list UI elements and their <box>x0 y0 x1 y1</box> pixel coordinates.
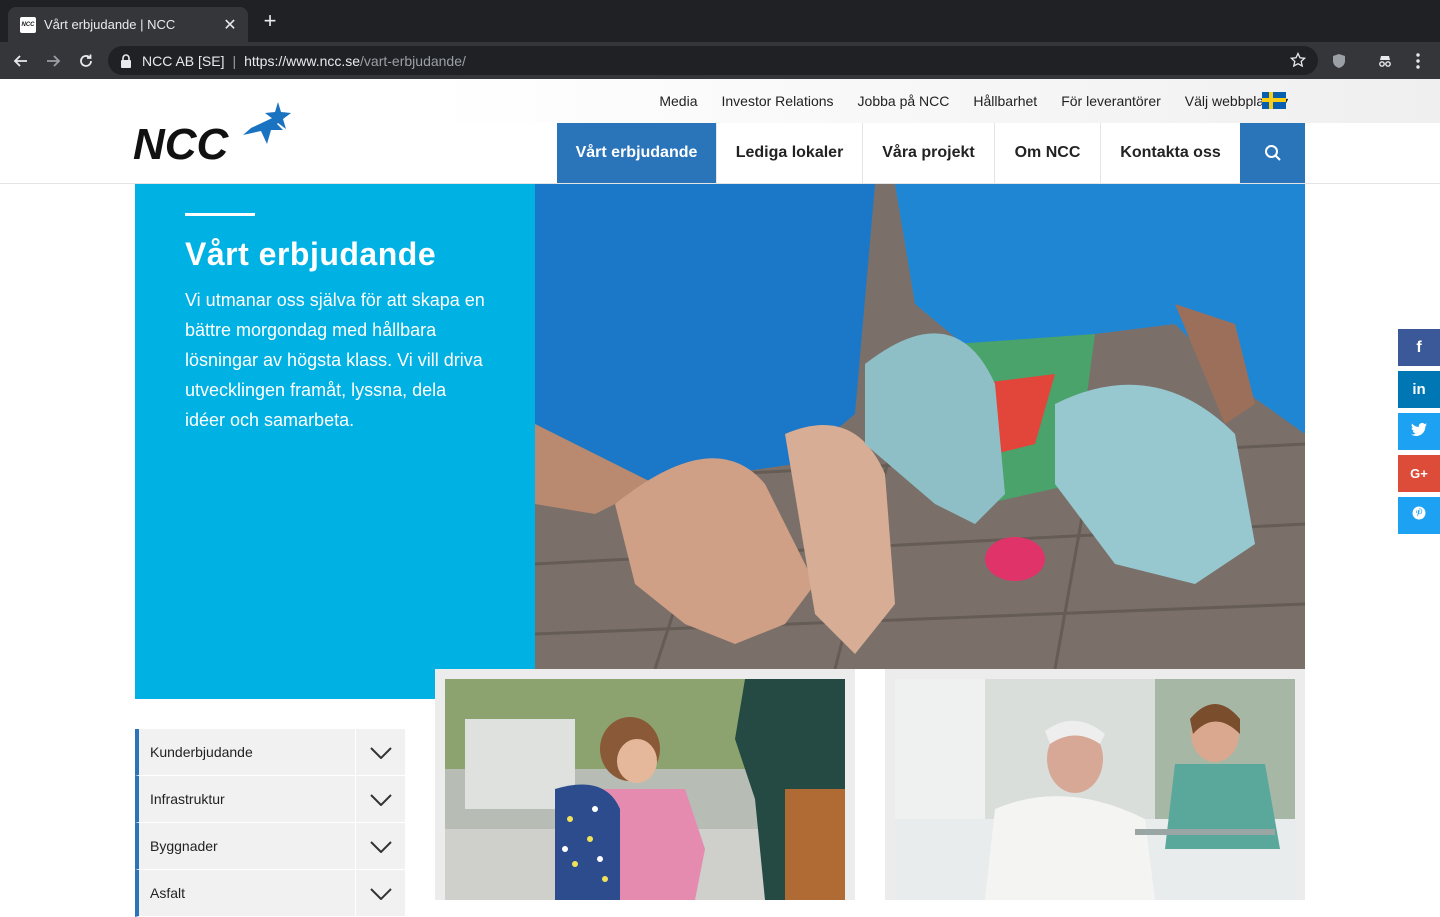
arrow-right-icon <box>47 55 61 67</box>
forward-button[interactable] <box>40 48 66 74</box>
nav-item-lediga-lokaler[interactable]: Lediga lokaler <box>716 123 862 183</box>
url-host: https://www.ncc.se <box>244 52 361 69</box>
tab-title: Vårt erbjudande | NCC <box>44 17 176 32</box>
twitter-icon <box>1411 422 1427 441</box>
card-child-backpack[interactable] <box>435 669 855 900</box>
primary-nav: Vårt erbjudande Lediga lokaler Våra proj… <box>557 123 1240 183</box>
offering-accordion: Kunderbjudande Infrastruktur Byggnader A… <box>135 729 405 917</box>
address-bar[interactable]: NCC AB [SE] | https://www.ncc.se/vart-er… <box>108 46 1318 75</box>
nav-item-vara-projekt[interactable]: Våra projekt <box>862 123 994 183</box>
reload-icon <box>80 54 92 67</box>
pinterest-share-button[interactable] <box>1398 497 1440 534</box>
facebook-share-button[interactable]: f <box>1398 329 1440 366</box>
arrow-left-icon <box>13 55 27 67</box>
chevron-down-icon[interactable] <box>355 729 405 776</box>
accordion-item-byggnader[interactable]: Byggnader <box>135 823 405 870</box>
accordion-label: Asfalt <box>150 885 186 901</box>
chevron-down-icon[interactable] <box>355 870 405 917</box>
svg-text:NCC: NCC <box>133 120 230 164</box>
accordion-label: Infrastruktur <box>150 791 225 807</box>
utility-links: Media Investor Relations Jobba på NCC Hå… <box>635 79 1290 123</box>
address-separator: | <box>232 52 237 69</box>
browser-toolbar: NCC AB [SE] | https://www.ncc.se/vart-er… <box>0 42 1440 79</box>
twitter-share-button[interactable] <box>1398 413 1440 450</box>
search-icon <box>1264 145 1281 161</box>
accordion-label: Byggnader <box>150 838 218 854</box>
chevron-down-icon[interactable] <box>355 823 405 870</box>
topbar-link-suppliers[interactable]: För leverantörer <box>1061 93 1161 109</box>
nav-item-om-ncc[interactable]: Om NCC <box>994 123 1100 183</box>
hero-title: Vårt erbjudande <box>185 236 437 272</box>
nav-item-kontakta-oss[interactable]: Kontakta oss <box>1100 123 1240 183</box>
hero-divider <box>185 213 255 216</box>
accordion-label: Kunderbjudande <box>150 744 253 760</box>
chevron-down-icon[interactable] <box>355 776 405 823</box>
incognito-extension-icon[interactable] <box>1375 51 1395 71</box>
card-hospital[interactable] <box>885 669 1305 900</box>
card-image-hospital <box>895 679 1295 900</box>
close-tab-icon[interactable]: ✕ <box>222 15 238 35</box>
facebook-icon: f <box>1416 338 1422 356</box>
hero-image-painted-hands <box>535 184 1305 669</box>
ncc-favicon-icon: NCC <box>20 16 36 33</box>
card-image-child-backpack <box>445 679 845 900</box>
nav-item-vart-erbjudande[interactable]: Vårt erbjudande <box>557 123 716 183</box>
hero-description: Vi utmanar oss själva för att skapa en b… <box>185 290 485 430</box>
topbar-link-investor-relations[interactable]: Investor Relations <box>721 93 833 109</box>
linkedin-icon: in <box>1412 381 1426 398</box>
swedish-flag-icon[interactable] <box>1262 92 1286 109</box>
topbar-link-media[interactable]: Media <box>659 93 697 109</box>
lock-icon <box>120 53 132 68</box>
ncc-logo[interactable]: NCC <box>133 100 293 169</box>
pinterest-icon <box>1412 506 1426 525</box>
browser-tab-bar: NCC Vårt erbjudande | NCC ✕ + <box>0 0 1440 42</box>
accordion-item-infrastruktur[interactable]: Infrastruktur <box>135 776 405 823</box>
new-tab-button[interactable]: + <box>258 10 282 32</box>
topbar-link-careers[interactable]: Jobba på NCC <box>858 93 950 109</box>
topbar-link-sustainability[interactable]: Hållbarhet <box>973 93 1037 109</box>
reload-button[interactable] <box>73 48 99 74</box>
google-plus-icon: G+ <box>1410 466 1428 481</box>
bookmark-star-icon[interactable] <box>1289 51 1307 73</box>
browser-menu-icon[interactable] <box>1408 51 1428 71</box>
accordion-item-kunderbjudande[interactable]: Kunderbjudande <box>135 729 405 776</box>
browser-tab[interactable]: NCC Vårt erbjudande | NCC ✕ <box>8 7 248 42</box>
shield-extension-icon[interactable] <box>1329 51 1349 71</box>
accordion-item-asfalt[interactable]: Asfalt <box>135 870 405 917</box>
url-path: /vart-erbjudande/ <box>360 52 466 69</box>
site-identity: NCC AB [SE] <box>142 52 225 69</box>
back-button[interactable] <box>8 48 34 74</box>
google-plus-share-button[interactable]: G+ <box>1398 455 1440 492</box>
linkedin-share-button[interactable]: in <box>1398 371 1440 408</box>
search-button[interactable] <box>1240 123 1305 183</box>
